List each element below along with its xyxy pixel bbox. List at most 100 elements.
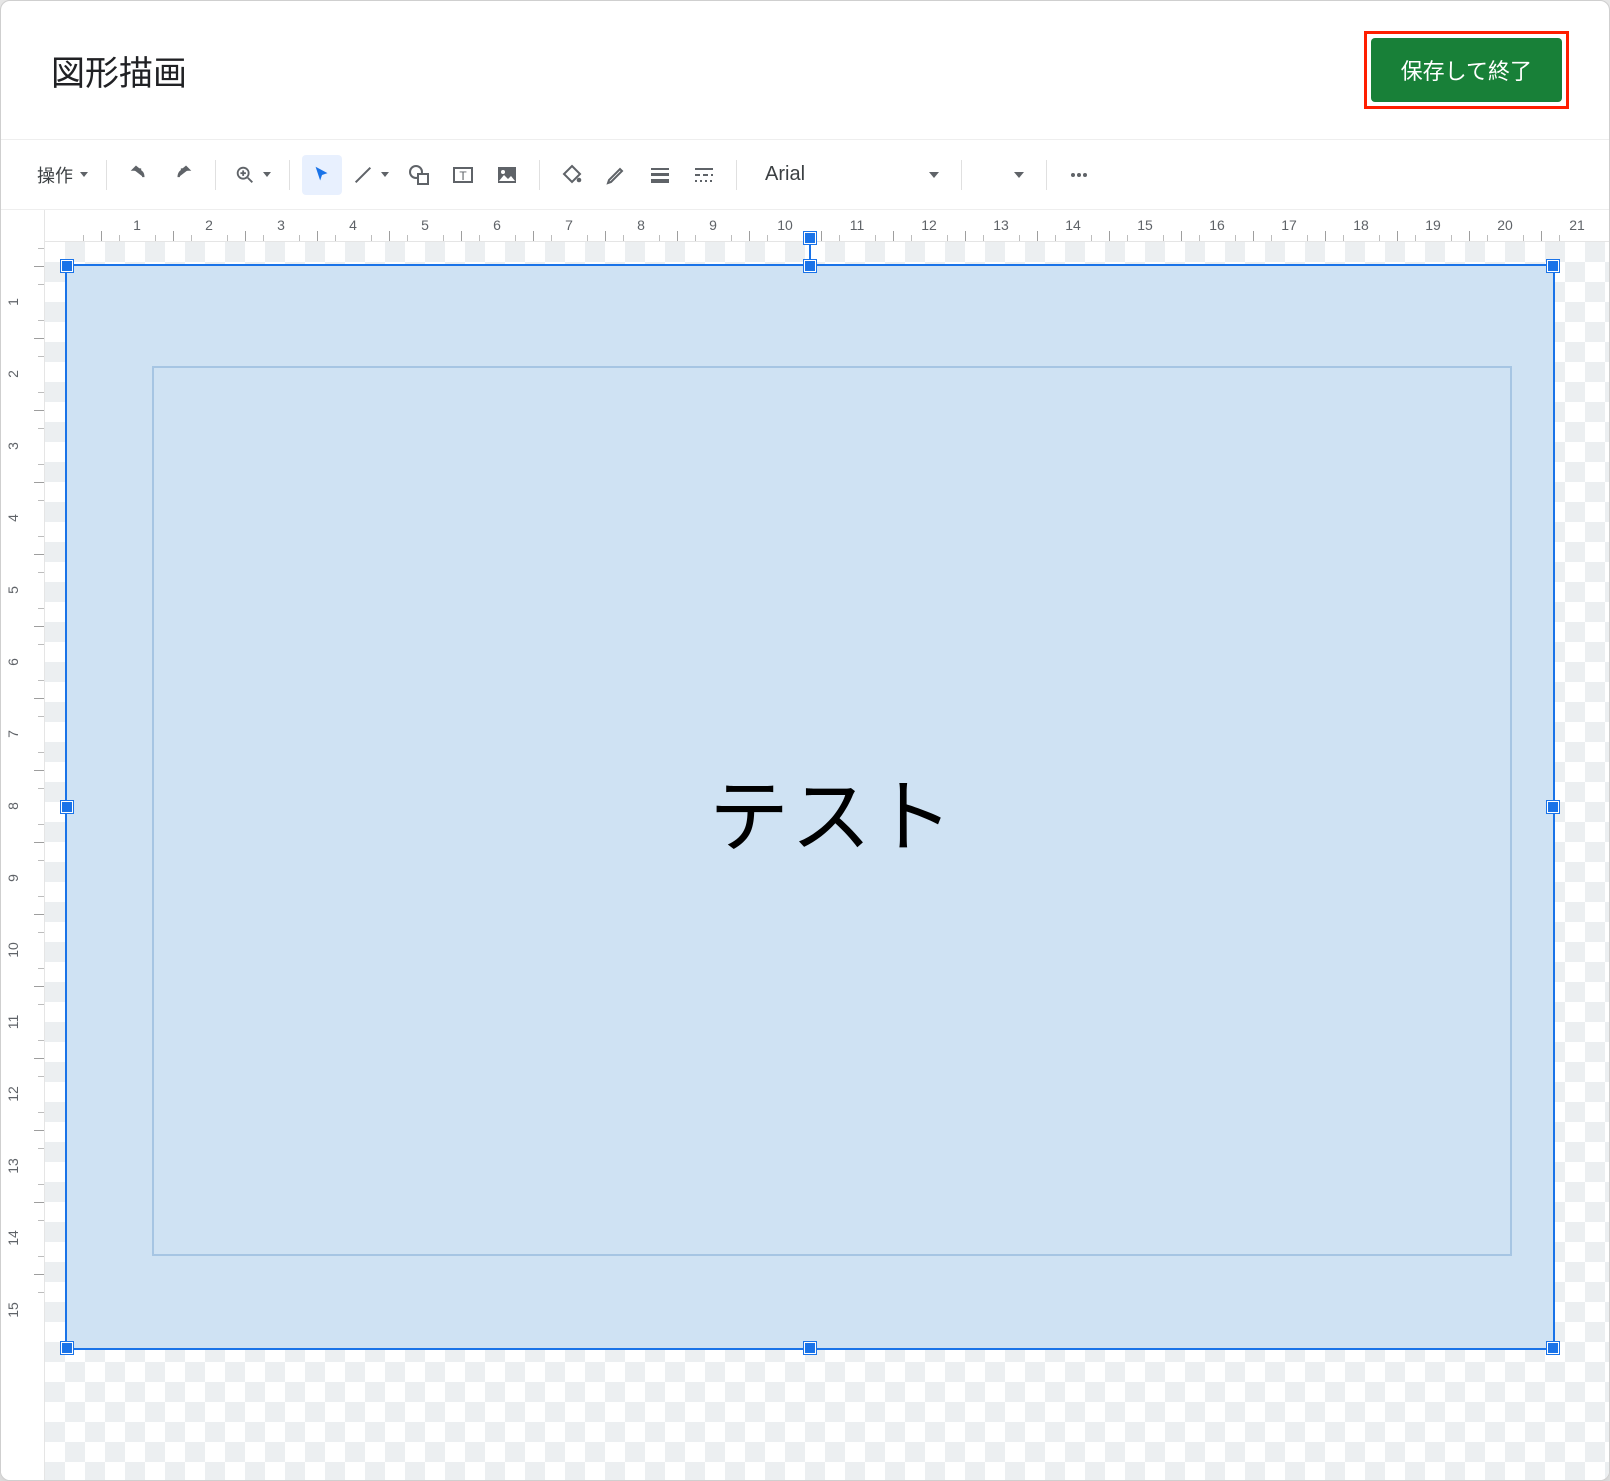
ruler-label: 21 bbox=[1569, 217, 1585, 233]
separator bbox=[215, 160, 216, 190]
ruler-label: 10 bbox=[5, 942, 21, 958]
zoom-icon bbox=[234, 164, 256, 186]
select-tool-button[interactable] bbox=[302, 155, 342, 195]
pencil-icon bbox=[604, 163, 628, 187]
ruler-label: 3 bbox=[5, 442, 21, 450]
shape-text-frame: テスト bbox=[152, 366, 1512, 1256]
redo-button[interactable] bbox=[163, 155, 203, 195]
ruler-label: 2 bbox=[205, 217, 213, 233]
resize-handle-n[interactable] bbox=[804, 260, 816, 272]
ruler-label: 11 bbox=[850, 217, 865, 233]
image-tool-button[interactable] bbox=[487, 155, 527, 195]
ruler-label: 15 bbox=[1137, 217, 1153, 233]
textbox-tool-button[interactable]: T bbox=[443, 155, 483, 195]
line-dash-icon bbox=[692, 163, 716, 187]
canvas-column: 123456789101112131415161718192021 テスト bbox=[45, 210, 1609, 1480]
workspace: 123456789101112131415 123456789101112131… bbox=[1, 210, 1609, 1480]
ruler-label: 6 bbox=[5, 658, 21, 666]
ruler-label: 13 bbox=[5, 1158, 21, 1174]
ruler-label: 12 bbox=[921, 217, 937, 233]
fill-color-button[interactable] bbox=[552, 155, 592, 195]
textbox-icon: T bbox=[451, 163, 475, 187]
ruler-label: 4 bbox=[5, 514, 21, 522]
more-horizontal-icon bbox=[1067, 163, 1091, 187]
save-and-close-button[interactable]: 保存して終了 bbox=[1371, 38, 1562, 102]
resize-handle-nw[interactable] bbox=[61, 260, 73, 272]
resize-handle-s[interactable] bbox=[804, 1342, 816, 1354]
resize-handle-e[interactable] bbox=[1547, 801, 1559, 813]
ruler-label: 3 bbox=[277, 217, 285, 233]
shape-text: テスト bbox=[709, 753, 955, 869]
chevron-down-icon bbox=[1014, 172, 1024, 178]
border-dash-button[interactable] bbox=[684, 155, 724, 195]
rotation-handle[interactable] bbox=[804, 232, 816, 244]
ruler-label: 13 bbox=[993, 217, 1009, 233]
font-family-select[interactable]: Arial bbox=[749, 155, 949, 195]
ruler-label: 5 bbox=[5, 586, 21, 594]
line-tool-button[interactable] bbox=[346, 155, 395, 195]
separator bbox=[289, 160, 290, 190]
separator bbox=[961, 160, 962, 190]
ruler-label: 6 bbox=[493, 217, 501, 233]
paint-bucket-icon bbox=[560, 163, 584, 187]
actions-menu-label: 操作 bbox=[37, 162, 73, 188]
ruler-label: 19 bbox=[1425, 217, 1441, 233]
line-icon bbox=[352, 164, 374, 186]
undo-button[interactable] bbox=[119, 155, 159, 195]
horizontal-ruler[interactable]: 123456789101112131415161718192021 bbox=[45, 210, 1609, 242]
toolbar: 操作 T bbox=[1, 140, 1609, 210]
vertical-ruler[interactable]: 123456789101112131415 bbox=[1, 210, 45, 1480]
ruler-label: 20 bbox=[1497, 217, 1513, 233]
save-button-highlight: 保存して終了 bbox=[1364, 31, 1569, 109]
ruler-label: 12 bbox=[5, 1086, 21, 1102]
ruler-label: 8 bbox=[637, 217, 645, 233]
shape-tool-button[interactable] bbox=[399, 155, 439, 195]
ruler-label: 2 bbox=[5, 370, 21, 378]
undo-icon bbox=[126, 162, 152, 188]
ruler-label: 9 bbox=[709, 217, 717, 233]
resize-handle-se[interactable] bbox=[1547, 1342, 1559, 1354]
separator bbox=[1046, 160, 1047, 190]
ruler-label: 1 bbox=[5, 298, 21, 306]
ruler-label: 15 bbox=[5, 1302, 21, 1318]
ruler-label: 14 bbox=[1065, 217, 1081, 233]
font-family-label: Arial bbox=[765, 163, 805, 186]
line-weight-icon bbox=[648, 163, 672, 187]
selected-shape[interactable]: テスト bbox=[65, 264, 1555, 1350]
dialog-title: 図形描画 bbox=[51, 46, 187, 95]
actions-menu-button[interactable]: 操作 bbox=[31, 155, 94, 195]
separator bbox=[106, 160, 107, 190]
zoom-button[interactable] bbox=[228, 155, 277, 195]
ruler-label: 5 bbox=[421, 217, 429, 233]
resize-handle-sw[interactable] bbox=[61, 1342, 73, 1354]
ruler-label: 4 bbox=[349, 217, 357, 233]
chevron-down-icon bbox=[929, 172, 939, 178]
dialog-header: 図形描画 保存して終了 bbox=[1, 1, 1609, 140]
drawing-canvas[interactable]: テスト bbox=[45, 242, 1609, 1480]
svg-text:T: T bbox=[459, 169, 467, 183]
image-icon bbox=[495, 163, 519, 187]
more-tools-button[interactable] bbox=[1059, 155, 1099, 195]
drawing-dialog: 図形描画 保存して終了 操作 T bbox=[0, 0, 1610, 1481]
ruler-label: 14 bbox=[5, 1230, 21, 1246]
separator bbox=[539, 160, 540, 190]
shape-icon bbox=[407, 163, 431, 187]
ruler-label: 10 bbox=[777, 217, 793, 233]
separator bbox=[736, 160, 737, 190]
border-color-button[interactable] bbox=[596, 155, 636, 195]
cursor-icon bbox=[311, 164, 333, 186]
ruler-label: 7 bbox=[565, 217, 573, 233]
ruler-label: 8 bbox=[5, 802, 21, 810]
border-weight-button[interactable] bbox=[640, 155, 680, 195]
ruler-label: 11 bbox=[5, 1015, 21, 1030]
ruler-label: 18 bbox=[1353, 217, 1369, 233]
resize-handle-ne[interactable] bbox=[1547, 260, 1559, 272]
ruler-label: 1 bbox=[133, 217, 141, 233]
ruler-label: 17 bbox=[1281, 217, 1297, 233]
resize-handle-w[interactable] bbox=[61, 801, 73, 813]
redo-icon bbox=[170, 162, 196, 188]
ruler-label: 7 bbox=[5, 730, 21, 738]
ruler-label: 16 bbox=[1209, 217, 1225, 233]
font-size-select[interactable] bbox=[974, 155, 1034, 195]
ruler-label: 9 bbox=[5, 874, 21, 882]
